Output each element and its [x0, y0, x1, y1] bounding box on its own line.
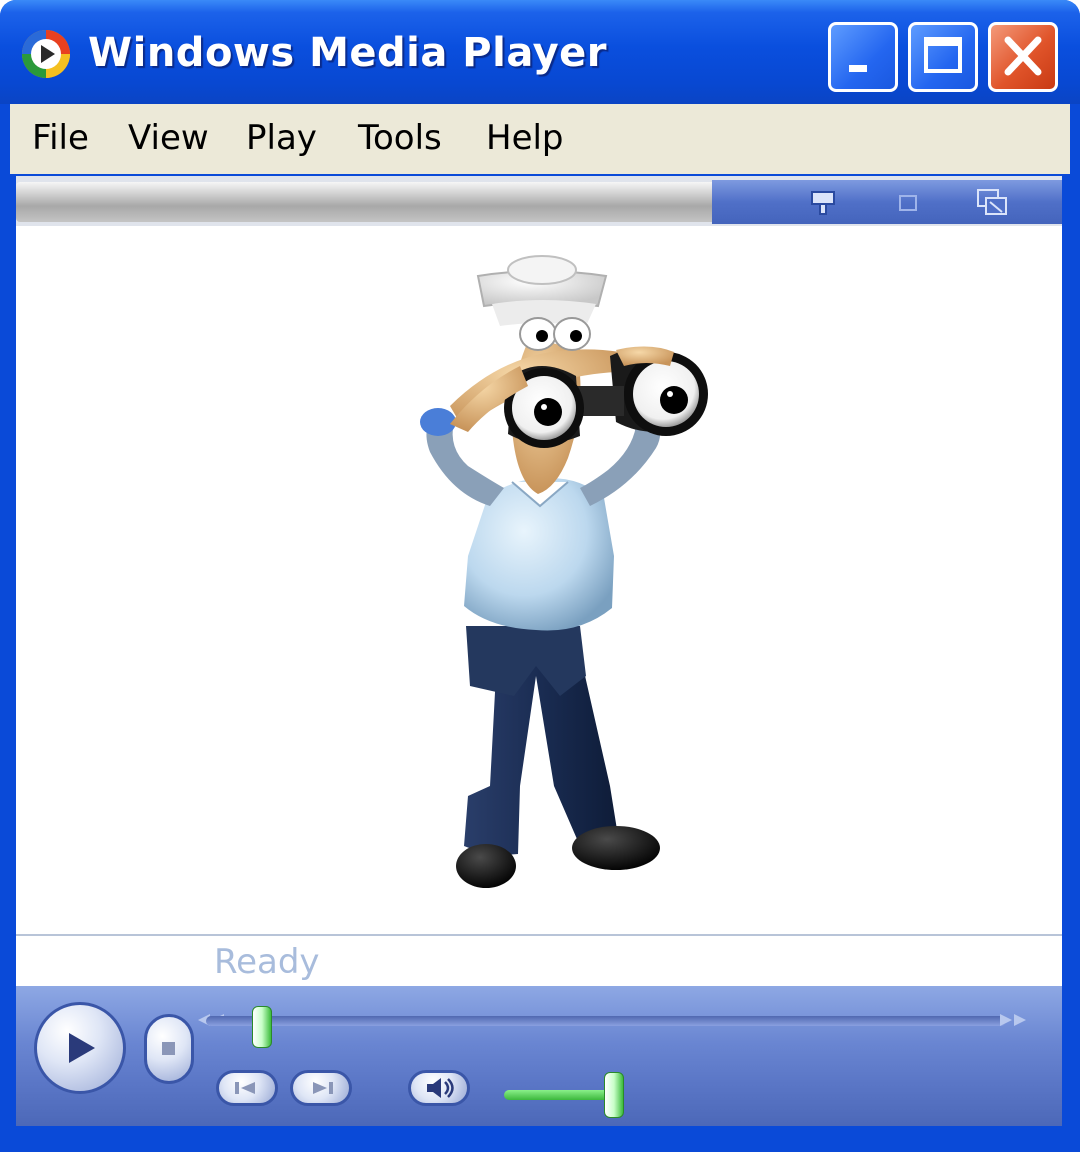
previous-track-button[interactable] — [216, 1070, 278, 1106]
mute-button[interactable] — [408, 1070, 470, 1106]
play-button[interactable] — [34, 1002, 126, 1094]
windows-media-player-icon[interactable] — [20, 28, 72, 80]
switch-skin-icon[interactable] — [972, 186, 1012, 220]
previous-track-icon — [235, 1082, 255, 1094]
minimize-button[interactable] — [828, 22, 898, 92]
play-icon — [69, 1033, 95, 1063]
sailor-character-video — [420, 255, 708, 888]
mute-icon — [427, 1078, 454, 1098]
close-icon — [1004, 36, 1042, 76]
menu-file-label: File — [32, 118, 89, 158]
full-mode-icon[interactable] — [888, 186, 928, 220]
menu-bar: File View Play Tools Help — [10, 104, 1070, 174]
maximize-icon — [924, 37, 962, 73]
maximize-button[interactable] — [908, 22, 978, 92]
video-display[interactable] — [20, 226, 1060, 934]
close-button[interactable] — [988, 22, 1058, 92]
menu-view-label: View — [128, 118, 209, 158]
view-mode-panel — [712, 180, 1062, 224]
volume-slider-thumb[interactable] — [604, 1072, 624, 1118]
menu-play[interactable]: Play — [246, 118, 317, 158]
media-player-window: Windows Media Player File View Play Tool… — [0, 0, 1080, 1152]
stop-button[interactable] — [144, 1014, 194, 1084]
title-bar[interactable]: Windows Media Player — [0, 0, 1080, 104]
transport-controls — [16, 986, 1062, 1126]
minimize-icon — [849, 65, 867, 72]
menu-tools[interactable]: Tools — [358, 118, 442, 158]
fast-forward-icon[interactable] — [992, 1010, 1032, 1030]
status-text: Ready — [214, 942, 320, 982]
menu-help-label: Help — [486, 118, 564, 158]
volume-track[interactable] — [504, 1090, 612, 1100]
menu-help[interactable]: Help — [486, 118, 564, 158]
next-track-button[interactable] — [290, 1070, 352, 1106]
info-bar — [16, 182, 716, 222]
seek-track[interactable] — [206, 1016, 1006, 1026]
window-title: Windows Media Player — [88, 30, 608, 76]
player-content: Ready — [16, 176, 1062, 1126]
next-track-icon — [313, 1082, 333, 1094]
status-bar: Ready — [16, 936, 1062, 986]
stop-icon — [162, 1042, 175, 1055]
menu-tools-label: Tools — [358, 118, 442, 158]
compact-mode-icon[interactable] — [804, 186, 844, 220]
menu-file[interactable]: File — [32, 118, 89, 158]
menu-play-label: Play — [246, 118, 317, 158]
menu-view[interactable]: View — [128, 118, 209, 158]
seek-slider-thumb[interactable] — [252, 1006, 272, 1048]
top-strip — [16, 176, 1062, 226]
